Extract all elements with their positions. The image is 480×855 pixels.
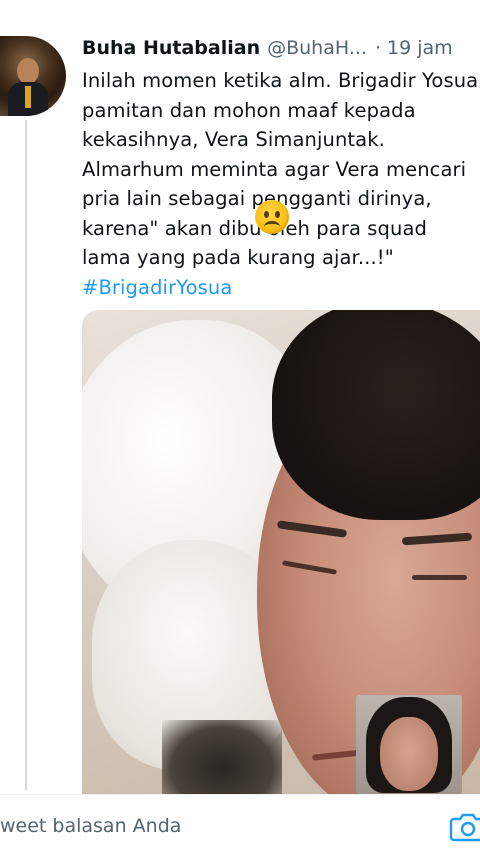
camera-icon[interactable] [448,809,480,843]
tweet-time[interactable]: · 19 jam [375,37,453,59]
reply-bar: weet balasan Anda [0,794,480,855]
tweet-line: pamitan dan mohon maaf kepada [82,98,416,122]
tweet-text: Inilah momen ketika alm. Brigadir Yosua … [82,66,480,302]
time-separator: · [374,37,381,59]
tweet-line: lama yang pada kurang ajar...!" [82,246,394,269]
tweet-line: kekasihnya, Vera Simanjuntak. [82,128,385,151]
thread-line [25,120,27,790]
tweet-line: Almarhum meminta agar Vera mencari [82,157,467,181]
image-shadow [162,720,282,794]
person-eye-right [412,575,467,580]
camera-icon-svg [449,813,480,842]
tweet-media-image[interactable] [82,310,480,794]
avatar[interactable] [0,36,66,116]
tweet-header: Buha Hutabalian @BuhaH... · 19 jam [82,34,474,62]
emoji-eye-right [275,211,280,218]
reply-input[interactable]: weet balasan Anda [0,815,181,837]
time-value: 19 jam [387,37,453,59]
frowning-face-emoji-icon [255,200,289,234]
avatar-face [17,58,39,84]
person-hair [272,310,480,520]
author-name[interactable]: Buha Hutabalian [82,37,260,59]
pip-face [380,717,438,791]
tweet-line: Inilah momen ketika alm. Brigadir Yosua [82,69,479,92]
emoji-mouth [264,221,280,232]
video-call-pip [356,695,462,794]
hashtag-link[interactable]: #BrigadirYosua [82,273,480,303]
author-handle[interactable]: @BuhaH... [267,37,367,59]
avatar-tie [25,86,31,108]
emoji-eye-left [264,211,269,218]
